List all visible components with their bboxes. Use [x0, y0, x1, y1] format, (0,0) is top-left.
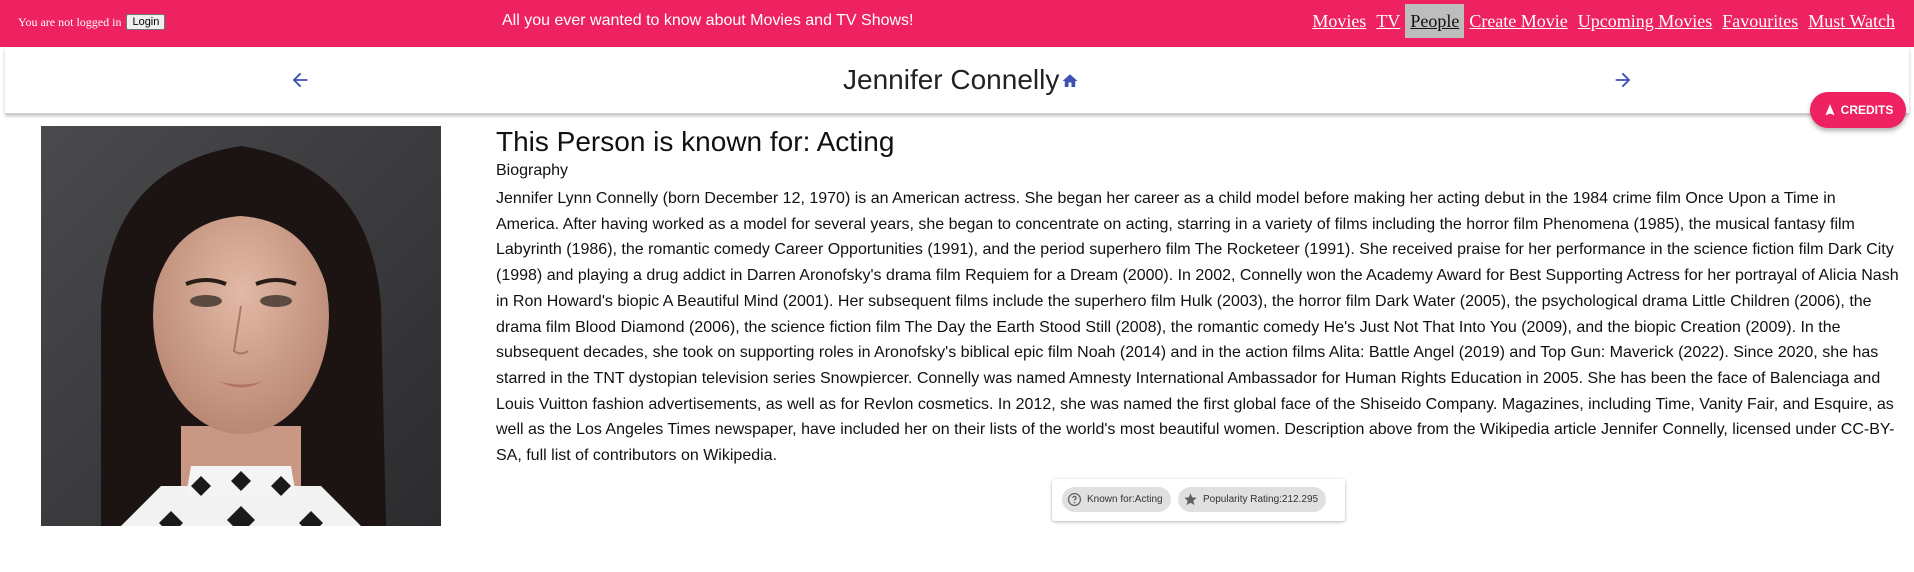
navigation-icon [1825, 104, 1835, 116]
help-circle-icon [1067, 492, 1082, 507]
known-for-chip-label: Known for:Acting [1087, 494, 1163, 505]
person-header: Jennifer Connelly [5, 47, 1909, 114]
nav-tv[interactable]: TV [1371, 4, 1405, 38]
credits-button[interactable]: CREDITS [1810, 92, 1906, 128]
popularity-chip-label: Popularity Rating:212.295 [1203, 494, 1319, 505]
person-photo [41, 126, 441, 526]
next-button[interactable] [1608, 65, 1638, 95]
biography-text: Jennifer Lynn Connelly (born December 12… [496, 190, 1899, 465]
portrait-image [41, 126, 441, 526]
main-nav: Movies TV People Create Movie Upcoming M… [1307, 4, 1900, 38]
info-chips: Known for:Acting Popularity Rating:212.2… [1052, 479, 1345, 521]
page-title: Jennifer Connelly [843, 64, 1079, 96]
nav-create-movie[interactable]: Create Movie [1464, 4, 1572, 38]
biography-label: Biography [496, 162, 569, 179]
popularity-chip: Popularity Rating:212.295 [1178, 487, 1327, 512]
home-icon[interactable] [1061, 72, 1079, 90]
person-name-text: Jennifer Connelly [843, 64, 1060, 95]
login-status-text: You are not logged in [18, 14, 122, 29]
known-for-heading: This Person is known for: Acting [496, 126, 895, 157]
arrow-right-icon [1615, 72, 1631, 88]
nav-movies[interactable]: Movies [1307, 4, 1371, 38]
top-bar: You are not logged in Login All you ever… [0, 0, 1914, 47]
star-icon [1184, 493, 1197, 506]
arrow-left-icon [292, 72, 308, 88]
previous-button[interactable] [285, 65, 315, 95]
nav-upcoming-movies[interactable]: Upcoming Movies [1573, 4, 1718, 38]
nav-favourites[interactable]: Favourites [1717, 4, 1803, 38]
nav-people[interactable]: People [1405, 4, 1465, 38]
credits-label: CREDITS [1840, 103, 1894, 117]
nav-must-watch[interactable]: Must Watch [1803, 4, 1900, 38]
login-button[interactable]: Login [126, 14, 166, 30]
known-for-chip: Known for:Acting [1062, 487, 1171, 512]
site-tagline: All you ever wanted to know about Movies… [502, 12, 914, 29]
login-area: You are not logged in Login [18, 14, 166, 30]
